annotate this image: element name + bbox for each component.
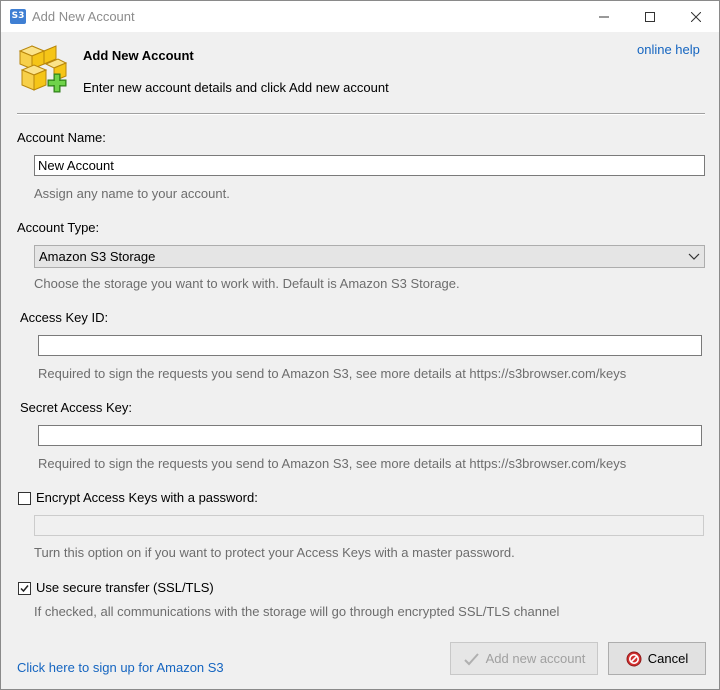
close-icon [691,11,701,22]
account-type-select[interactable]: Amazon S3 Storage [34,245,705,268]
account-name-input[interactable]: New Account [34,155,705,176]
minimize-icon [599,16,609,17]
chevron-down-icon [688,253,700,260]
minimize-button[interactable] [581,1,627,32]
checkmark-pencil-icon [463,652,479,665]
account-type-selected: Amazon S3 Storage [39,249,156,264]
encrypt-keys-checkbox[interactable] [18,492,31,505]
header-divider [17,113,705,115]
secret-access-key-label: Secret Access Key: [20,400,132,415]
online-help-link[interactable]: online help [637,42,700,57]
cancel-icon [626,651,642,666]
account-name-hint: Assign any name to your account. [34,186,230,201]
account-type-label: Account Type: [17,220,100,235]
secret-access-key-hint: Required to sign the requests you send t… [38,456,627,471]
add-account-dialog: S3 Add New Account Add New Account Enter… [0,0,720,690]
cancel-button[interactable]: Cancel [608,642,706,675]
access-key-id-hint: Required to sign the requests you send t… [38,366,627,381]
secure-transfer-hint: If checked, all communications with the … [34,604,560,619]
secure-transfer-label: Use secure transfer (SSL/TLS) [36,580,214,595]
add-new-account-button[interactable]: Add new account [450,642,598,675]
master-password-input[interactable] [34,515,704,536]
access-key-id-input[interactable] [38,335,702,356]
account-type-hint: Choose the storage you want to work with… [34,276,460,291]
encrypt-keys-label: Encrypt Access Keys with a password: [36,490,258,505]
account-name-label: Account Name: [17,130,106,145]
add-new-account-label: Add new account [485,651,586,666]
header-title: Add New Account [83,48,194,63]
header-subtitle: Enter new account details and click Add … [83,80,389,95]
maximize-icon [645,11,655,22]
signup-amazon-s3-link[interactable]: Click here to sign up for Amazon S3 [17,660,224,675]
secret-access-key-input[interactable] [38,425,702,446]
encrypt-keys-hint: Turn this option on if you want to prote… [34,545,515,560]
add-account-boxes-icon [18,45,68,93]
maximize-button[interactable] [627,1,673,32]
secure-transfer-checkbox[interactable] [18,582,31,595]
close-window-button[interactable] [673,1,719,32]
checkmark-icon [20,585,29,593]
cancel-label: Cancel [647,651,689,666]
access-key-id-label: Access Key ID: [20,310,109,325]
window-title: Add New Account [32,9,135,24]
title-bar[interactable]: S3 Add New Account [1,1,719,32]
app-icon: S3 [10,9,26,24]
